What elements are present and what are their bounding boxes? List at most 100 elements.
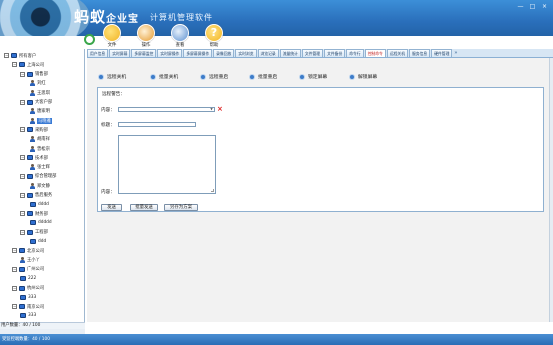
app-subtitle: 计算机管理软件	[150, 13, 213, 22]
tree-group-item[interactable]: ddd	[30, 238, 46, 245]
tree-user-item[interactable]: 张士辉	[30, 164, 50, 171]
content-select[interactable]: ▼	[118, 107, 215, 112]
tree-group-item[interactable]: ddddd	[30, 219, 52, 226]
tab-10[interactable]: 文件备份	[324, 49, 346, 57]
tree-group-item[interactable]: − 工程部	[20, 229, 48, 236]
collapse-icon[interactable]: −	[4, 53, 9, 58]
toolbar-help-button[interactable]: ? 帮助	[203, 24, 225, 48]
tree-user-item[interactable]: 唐家明	[30, 108, 50, 115]
collapse-icon[interactable]: −	[12, 304, 17, 310]
collapse-icon[interactable]: −	[12, 266, 17, 272]
collapse-icon[interactable]: −	[20, 211, 25, 217]
clear-icon[interactable]: ×	[217, 106, 223, 113]
tab-6[interactable]: 实时浏览	[235, 49, 257, 57]
title-input[interactable]	[118, 122, 196, 127]
collapse-icon[interactable]: −	[12, 62, 17, 68]
action-batch-shutdown[interactable]: 批量关机	[151, 73, 178, 80]
tree-group-item[interactable]: − 采购部	[20, 126, 48, 133]
tree-group-item[interactable]: 333	[20, 312, 36, 319]
tree-group-item[interactable]: − 技术部	[20, 154, 48, 161]
tree-group-item[interactable]: − 综合管理部	[20, 173, 56, 180]
tab-12[interactable]: 控制命令	[364, 49, 386, 57]
tab-4[interactable]: 多屏幕屏操作	[183, 49, 213, 57]
action-lock-screen[interactable]: 锁定屏幕	[300, 73, 327, 80]
tree-item-label: 售后服务	[35, 193, 53, 198]
computer-icon	[11, 53, 17, 58]
chevron-down-icon[interactable]: ▼	[209, 108, 214, 111]
minimize-button[interactable]: —	[516, 3, 525, 10]
tree-group-item[interactable]: − 所有客户	[4, 52, 36, 59]
maximize-button[interactable]: □	[528, 3, 537, 10]
collapse-icon[interactable]: −	[20, 229, 25, 235]
tab-7[interactable]: 浏览记录	[257, 49, 279, 57]
toolbar-view-button[interactable]: 查看	[169, 24, 191, 48]
tab-13[interactable]: 远程关机	[386, 49, 409, 57]
collapse-icon[interactable]: −	[20, 99, 25, 105]
collapse-icon[interactable]: −	[20, 173, 25, 179]
tab-2[interactable]: 多屏幕监控	[131, 49, 157, 57]
close-button[interactable]: ×	[540, 3, 549, 10]
tab-9[interactable]: 文件管理	[301, 49, 324, 57]
action-label: 锁定屏幕	[308, 75, 328, 80]
resize-grip-icon[interactable]	[211, 189, 214, 192]
tools-icon	[137, 24, 155, 42]
computer-icon	[27, 155, 33, 161]
toolbar-file-label: 文件	[107, 43, 117, 48]
action-label: 解锁屏幕	[358, 75, 378, 80]
tree-group-item[interactable]: − 大客户部	[20, 99, 52, 106]
user-icon	[20, 257, 25, 264]
tree-group-item[interactable]: − 销售部	[20, 71, 48, 78]
main-scrollbar[interactable]	[549, 58, 553, 322]
tree-group-item[interactable]: − 售后服务	[20, 192, 52, 199]
tree-user-item[interactable]: 马晓雅	[30, 117, 52, 124]
tree-user-item[interactable]: 郑文静	[30, 182, 50, 189]
tab-3[interactable]: 实时屏操作	[157, 49, 183, 57]
collapse-icon[interactable]: −	[20, 155, 25, 161]
tab-14[interactable]: 服务信息	[409, 49, 431, 57]
tab-0[interactable]: 用户信息	[87, 49, 109, 57]
batch-send-button[interactable]: 批量发送	[130, 204, 158, 211]
tree-user-item[interactable]: 王思琪	[30, 89, 50, 96]
tab-8[interactable]: 流量统计	[279, 49, 301, 57]
action-remote-shutdown[interactable]: 远程关机	[99, 73, 126, 80]
collapse-icon[interactable]: −	[20, 71, 25, 77]
user-icon	[30, 145, 35, 152]
tree-user-item[interactable]: 王小丫	[20, 257, 40, 264]
tree-item-label: 马晓雅	[37, 117, 52, 124]
tree-group-item[interactable]: − 广州公司	[12, 266, 44, 273]
toolbar-operate-label: 操作	[141, 43, 151, 48]
action-unlock-screen[interactable]: 解锁屏幕	[350, 73, 377, 80]
tab-5[interactable]: 录像回放	[213, 49, 235, 57]
refresh-icon[interactable]	[84, 34, 95, 45]
tree-group-item[interactable]: 222	[20, 275, 36, 282]
tab-more-chevron-icon[interactable]: »	[454, 49, 457, 57]
tree-item-label: 综合管理部	[35, 174, 57, 180]
collapse-icon[interactable]: −	[12, 248, 17, 254]
action-batch-restart[interactable]: 批量重启	[250, 73, 277, 80]
tree-user-item[interactable]: 曾松宗	[30, 145, 50, 152]
toolbar-file-button[interactable]: 文件	[101, 24, 123, 48]
tree-group-item[interactable]: − 杭州公司	[12, 285, 44, 292]
tree-group-item[interactable]: 333	[20, 294, 36, 301]
tab-1[interactable]: 实时屏幕	[109, 49, 131, 57]
tree-group-item[interactable]: − 南京公司	[12, 303, 44, 310]
tree-group-item[interactable]: dddd	[30, 201, 49, 208]
toolbar-operate-button[interactable]: 操作	[135, 24, 157, 48]
computer-icon	[27, 173, 33, 179]
computer-icon	[19, 304, 25, 310]
action-remote-restart[interactable]: 远程重启	[201, 73, 228, 80]
send-button[interactable]: 发送	[101, 204, 122, 211]
message-textarea[interactable]	[118, 135, 216, 194]
tab-11[interactable]: 命令行	[346, 49, 364, 57]
tree-group-item[interactable]: − 北京公司	[12, 247, 44, 254]
collapse-icon[interactable]: −	[20, 192, 25, 198]
tree-group-item[interactable]: − 财务部	[20, 210, 48, 217]
user-icon	[30, 80, 35, 87]
tree-user-item[interactable]: 胡南祥	[30, 136, 50, 143]
tab-15[interactable]: 硬件管理	[431, 49, 453, 57]
collapse-icon[interactable]: −	[20, 127, 25, 133]
tree-user-item[interactable]: 刘红	[30, 80, 46, 87]
collapse-icon[interactable]: −	[12, 285, 17, 291]
save-template-button[interactable]: 另存为方案	[164, 204, 198, 211]
tree-group-item[interactable]: − 上海公司	[12, 61, 44, 68]
